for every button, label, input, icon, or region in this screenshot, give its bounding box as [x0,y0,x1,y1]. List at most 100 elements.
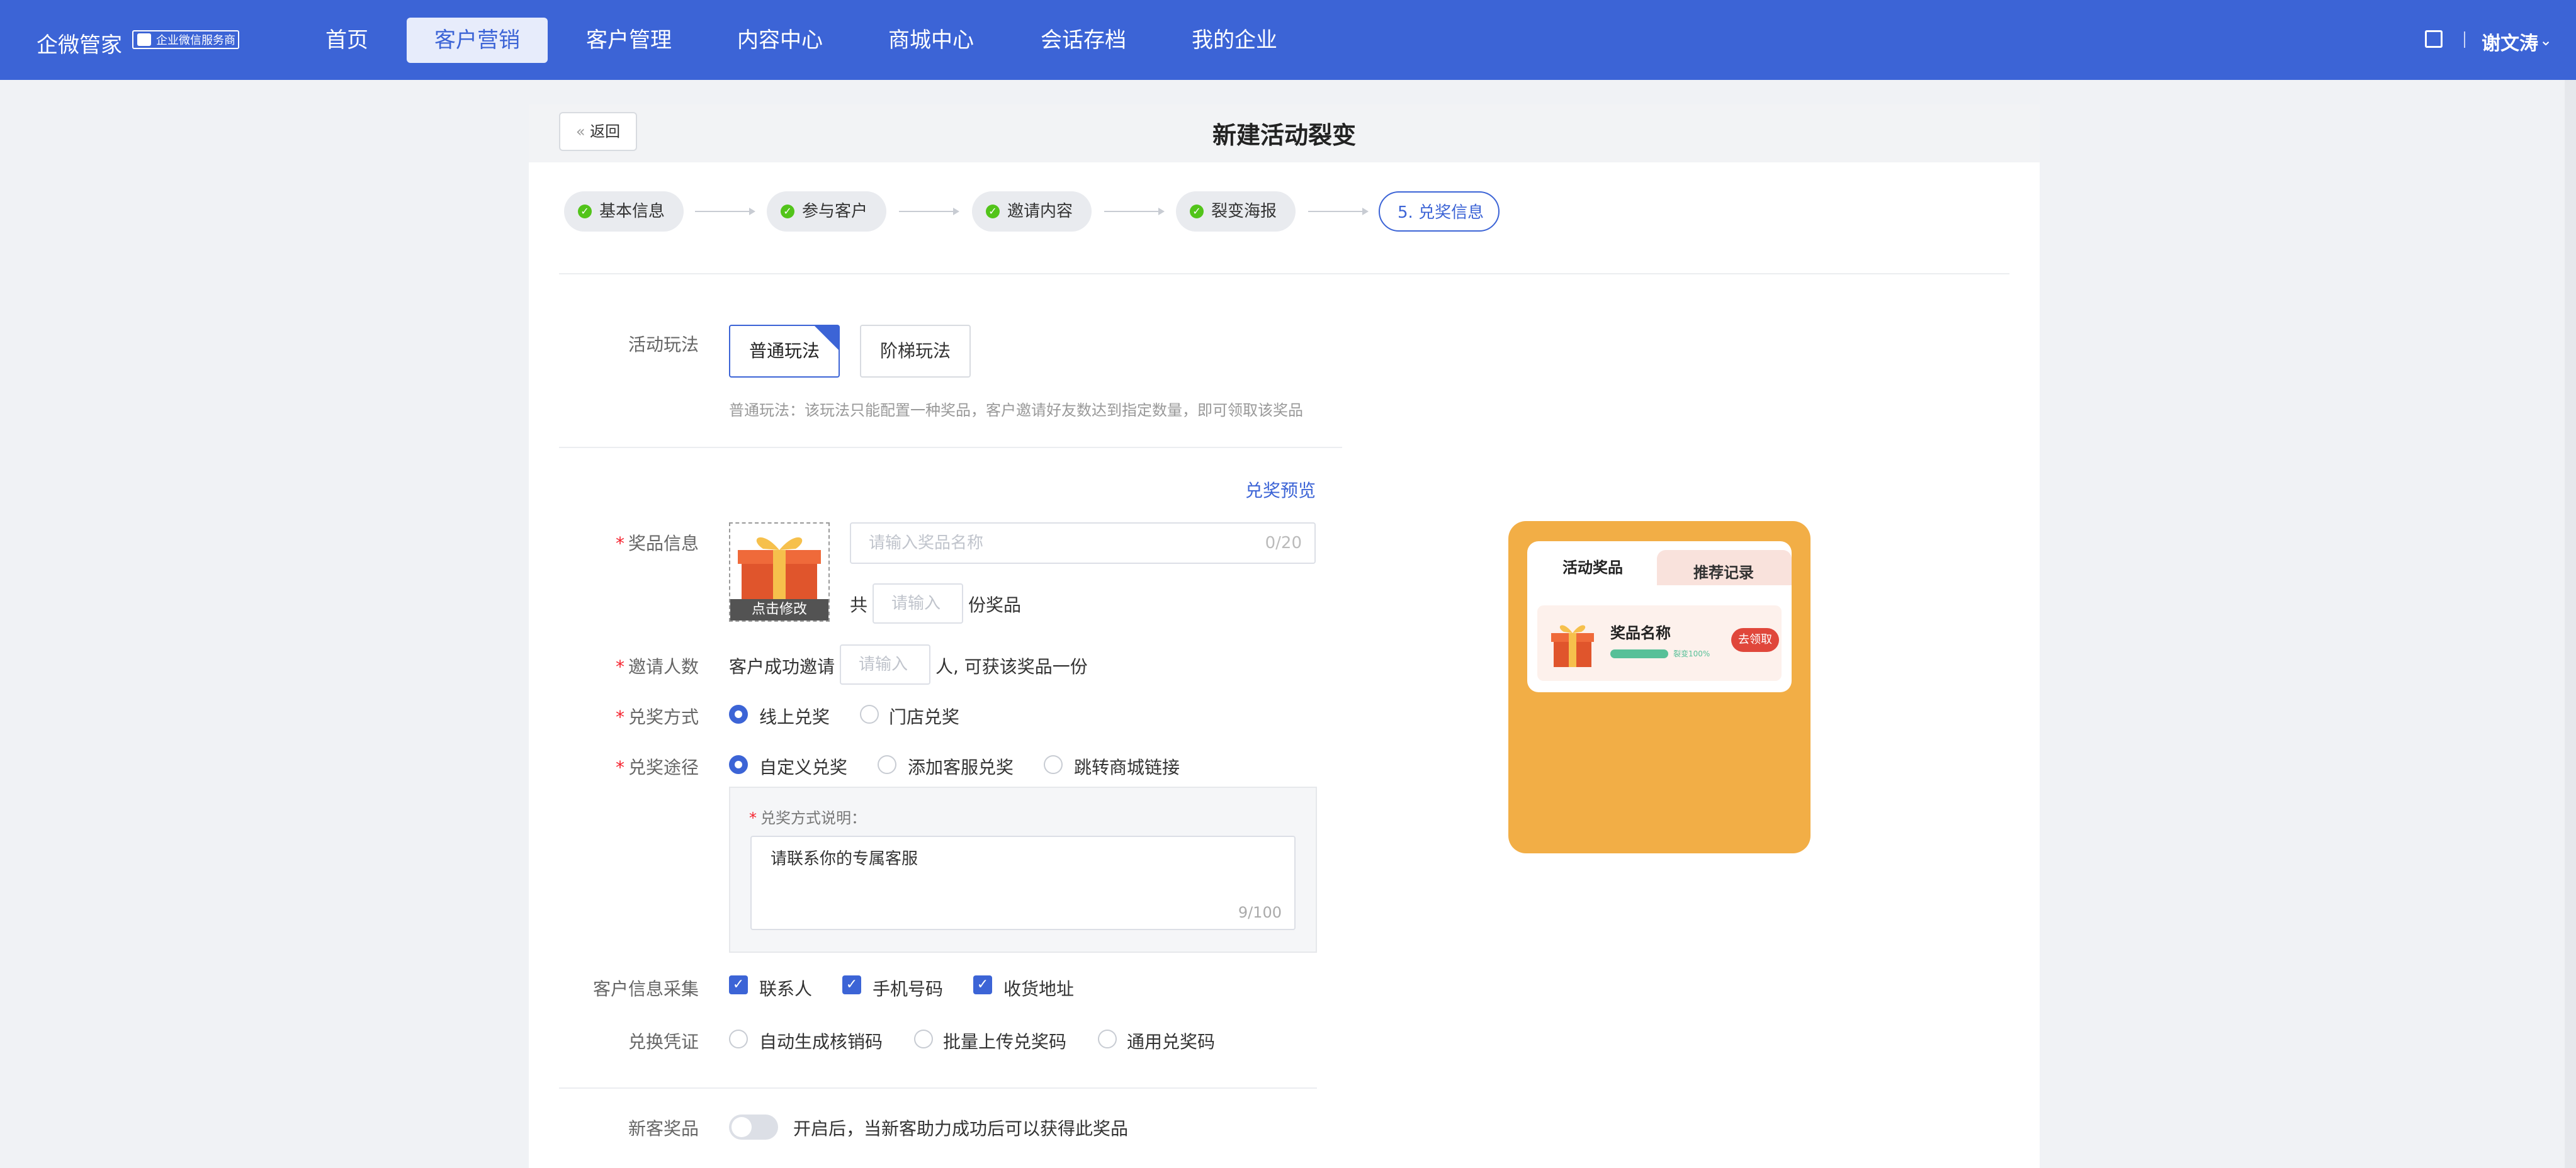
redeem-description-label-text: 兑奖方式说明： [760,809,866,827]
prize-label-text: 奖品信息 [628,533,699,554]
step-label: 参与客户 [802,202,868,221]
divider [559,447,1342,448]
page-scrollbar[interactable] [2565,80,2576,1168]
invite-label: * 邀请人数 [615,656,699,677]
mode-option-label: 普通玩法 [749,340,820,361]
voucher-auto-label[interactable]: 自动生成核销码 [759,1028,883,1053]
step-label: 基本信息 [599,202,665,221]
redeem-description-panel: * 兑奖方式说明： 请联系你的专属客服 9/100 [729,787,1317,953]
prize-name-input[interactable]: 请输入奖品名称 0/20 [850,522,1316,564]
redeem-description-value: 请联系你的专属客服 [771,850,918,868]
prize-image-upload[interactable]: 点击修改 [729,522,830,622]
invite-count-input[interactable]: 请输入 [840,644,930,685]
collect-contact-checkbox[interactable]: ✓ [729,975,748,994]
invite-prefix: 客户成功邀请 [729,656,835,677]
help-book-icon[interactable] [2425,30,2443,48]
check-circle-icon: ✓ [578,205,592,218]
redeem-preview-link[interactable]: 兑奖预览 [1245,477,1316,502]
mode-option-normal[interactable]: 普通玩法 ✓ [729,308,840,378]
prize-qty-prefix: 共 [850,595,868,615]
collect-phone-label[interactable]: 手机号码 [873,975,943,1001]
redeem-preview-panel: 活动奖品 推荐记录 奖品名称 裂变100% 去领取 [1508,521,1811,853]
mode-option-tiered[interactable]: 阶梯玩法 [860,325,971,378]
preview-progress-bar [1610,649,1668,658]
preview-prize-item: 奖品名称 裂变100% 去领取 [1537,605,1782,681]
provider-badge: 企业微信服务商 [132,30,239,49]
collect-label: 客户信息采集 [592,979,699,999]
voucher-general-label[interactable]: 通用兑奖码 [1127,1028,1215,1053]
collect-contact-label[interactable]: 联系人 [759,975,812,1001]
preview-claim-button[interactable]: 去领取 [1731,628,1779,652]
redeem-service-radio[interactable] [878,755,896,774]
redeem-online-label[interactable]: 线上兑奖 [759,704,830,729]
divider [559,1087,1317,1089]
wecom-icon [137,33,151,46]
prize-qty-placeholder: 请输入 [891,594,941,613]
preview-tab-records[interactable]: 推荐记录 [1693,560,1754,582]
page-title: 新建活动裂变 [1212,121,1356,149]
step-poster[interactable]: ✓ 裂变海报 [1176,191,1296,232]
prize-image-caption: 点击修改 [730,599,828,620]
collect-address-checkbox[interactable]: ✓ [973,975,992,994]
voucher-label: 兑换凭证 [628,1031,699,1052]
preview-progress-text: 裂变100% [1673,649,1710,658]
step-label: 裂变海报 [1211,202,1277,221]
redeem-description-textarea[interactable]: 请联系你的专属客服 9/100 [750,836,1296,930]
voucher-batch-radio[interactable] [914,1030,933,1048]
prize-name-placeholder: 请输入奖品名称 [869,534,984,553]
nav-item-content-center[interactable]: 内容中心 [733,18,827,63]
nav-item-home[interactable]: 首页 [321,18,373,63]
nav-item-mall-center[interactable]: 商城中心 [884,18,978,63]
nav-item-session-archive[interactable]: 会话存档 [1036,18,1131,63]
invite-suffix: 人, 可获该奖品一份 [935,656,1088,677]
card-header: « 返回 新建活动裂变 [529,104,2040,162]
voucher-batch-label[interactable]: 批量上传兑奖码 [943,1028,1066,1053]
redeem-method-label-text: 兑奖方式 [628,707,699,727]
nav-divider [2464,31,2465,48]
preview-prize-name: 奖品名称 [1610,624,1671,642]
nav-item-customer-marketing[interactable]: 客户营销 [407,18,548,63]
redeem-mall-radio[interactable] [1044,755,1063,774]
voucher-auto-radio[interactable] [729,1030,748,1048]
redeem-custom-label[interactable]: 自定义兑奖 [759,754,847,779]
newcomer-hint: 开启后，当新客助力成功后可以获得此奖品 [793,1118,1129,1139]
prize-qty-input[interactable]: 请输入 [873,583,963,624]
mode-label: 活动玩法 [628,334,699,355]
step-invite-content[interactable]: ✓ 邀请内容 [972,191,1092,232]
step-participants[interactable]: ✓ 参与客户 [767,191,886,232]
redeem-service-label[interactable]: 添加客服兑奖 [908,754,1014,779]
step-arrow [1308,208,1369,215]
step-label: 邀请内容 [1007,202,1073,221]
check-circle-icon: ✓ [1190,205,1204,218]
nav-item-my-enterprise[interactable]: 我的企业 [1187,18,1282,63]
collect-phone-checkbox[interactable]: ✓ [842,975,861,994]
prize-name-count: 0/20 [1265,534,1302,553]
gift-box-icon [1551,625,1594,667]
preview-card: 活动奖品 推荐记录 奖品名称 裂变100% 去领取 [1527,541,1792,692]
redeem-description-label: * 兑奖方式说明： [749,809,866,827]
voucher-general-radio[interactable] [1098,1030,1117,1048]
redeem-mall-label[interactable]: 跳转商城链接 [1074,754,1180,779]
redeem-store-radio[interactable] [860,705,879,724]
step-redeem-info[interactable]: 5. 兑奖信息 [1379,191,1500,232]
check-circle-icon: ✓ [781,205,794,218]
preview-tab-prizes[interactable]: 活动奖品 [1562,555,1623,577]
provider-badge-label: 企业微信服务商 [156,34,235,47]
toggle-knob [732,1117,752,1137]
step-basic-info[interactable]: ✓ 基本信息 [564,191,684,232]
newcomer-toggle[interactable] [729,1115,778,1140]
prize-qty-suffix: 份奖品 [968,595,1022,615]
collect-address-label[interactable]: 收货地址 [1003,975,1074,1001]
invite-count-placeholder: 请输入 [859,655,908,674]
redeem-method-label: * 兑奖方式 [615,707,699,727]
nav-item-customer-management[interactable]: 客户管理 [582,18,676,63]
user-name[interactable]: 谢文涛 [2482,28,2538,55]
main-card: « 返回 新建活动裂变 ✓ 基本信息 ✓ 参与客户 ✓ 邀请内容 ✓ 裂变海报 … [529,104,2040,1168]
step-arrow [1104,208,1165,215]
redeem-store-label[interactable]: 门店兑奖 [889,704,959,729]
redeem-custom-radio[interactable] [729,755,748,774]
redeem-online-radio[interactable] [729,705,748,724]
divider [559,273,2009,274]
chevron-down-icon[interactable]: ⌄ [2539,31,2552,49]
selected-corner [815,326,839,350]
